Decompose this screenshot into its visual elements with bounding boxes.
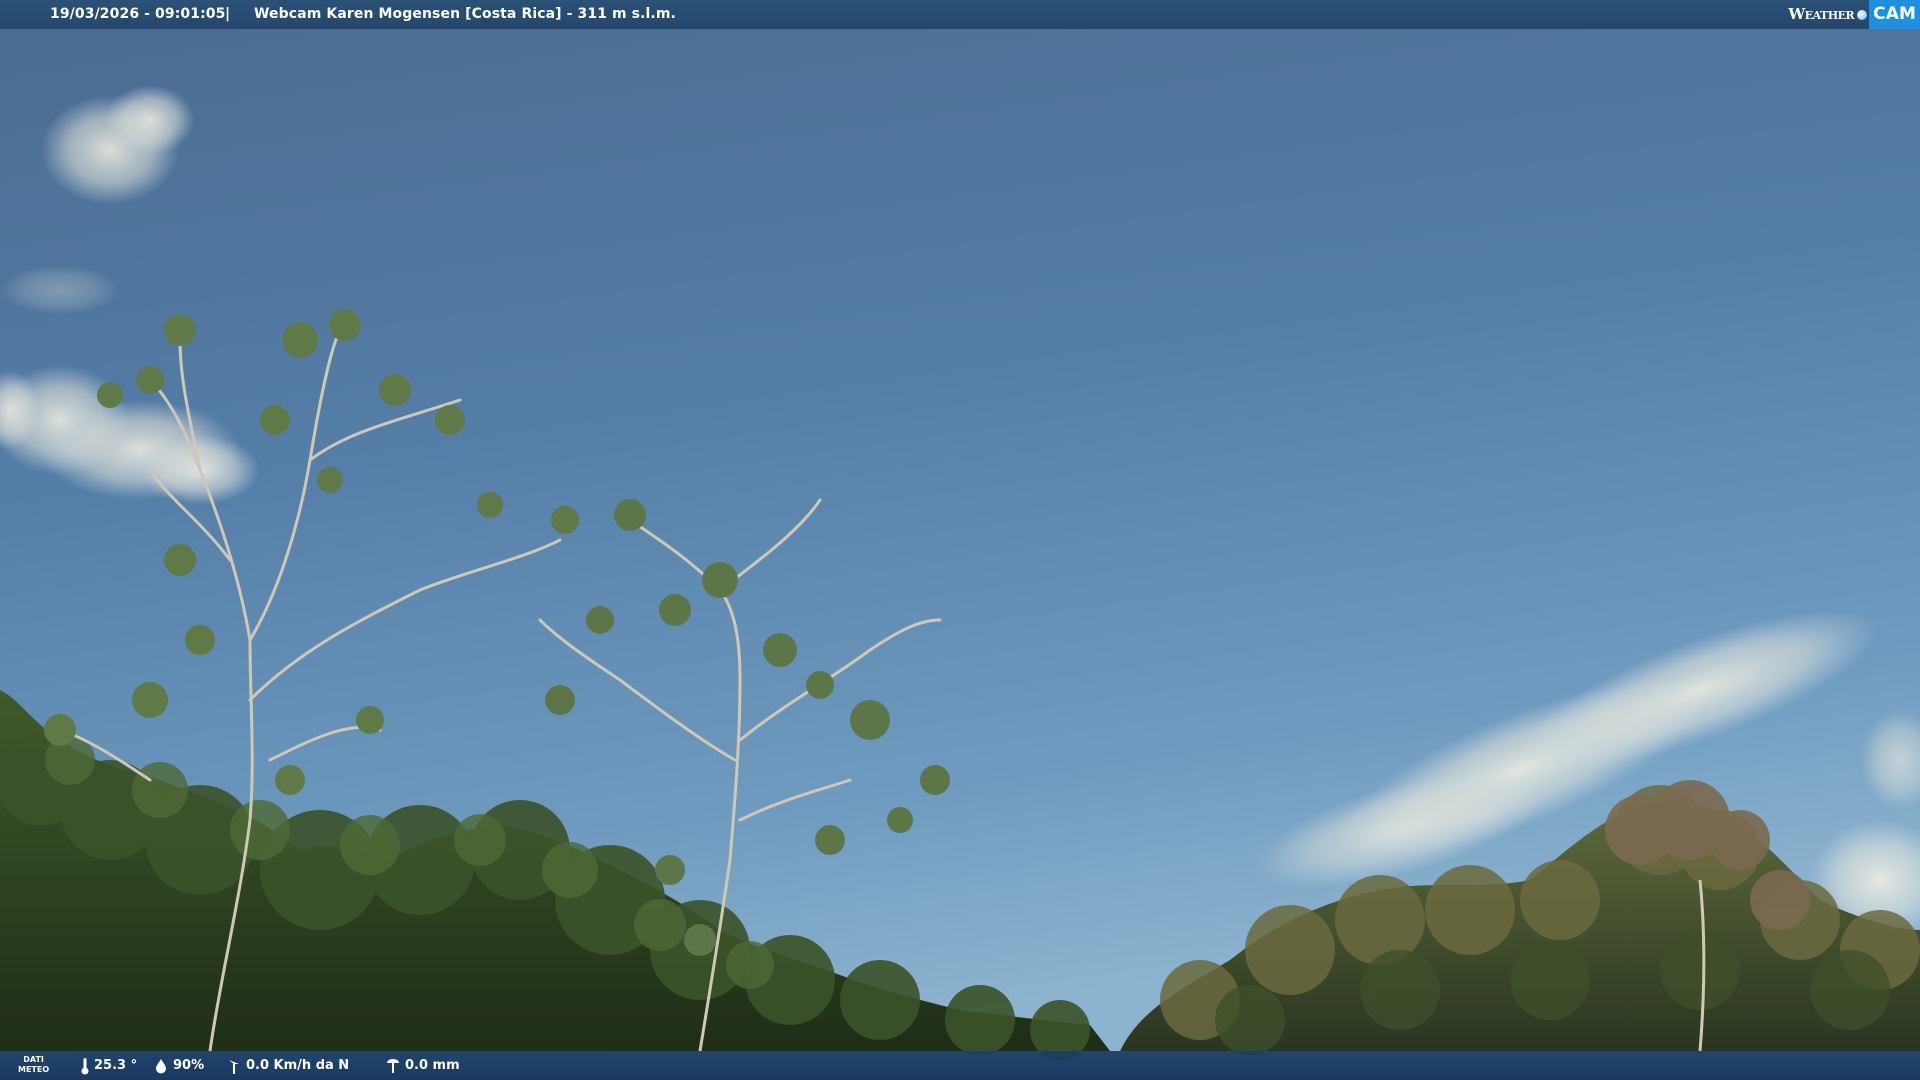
webcam-view: 19/03/2026 - 09:01:05 | Webcam Karen Mog… bbox=[0, 0, 1920, 1080]
weather-data-label: DATI METEO bbox=[18, 1055, 49, 1075]
rain-reading: 0.0 mm bbox=[385, 1051, 460, 1080]
thermometer-icon bbox=[81, 1057, 89, 1074]
temperature-value: 25.3 ° bbox=[94, 1058, 138, 1073]
humidity-reading: 90% bbox=[153, 1051, 204, 1080]
logo-weather-text: Weather bbox=[1788, 5, 1855, 23]
wind-vane-icon bbox=[229, 1059, 239, 1074]
info-header: 19/03/2026 - 09:01:05 | Webcam Karen Mog… bbox=[0, 0, 1920, 29]
humidity-drop-icon bbox=[156, 1058, 166, 1073]
logo-cam-text: CAM bbox=[1869, 0, 1920, 29]
weather-label-line1: DATI bbox=[23, 1055, 44, 1064]
webcam-title: Webcam Karen Mogensen [Costa Rica] - 311… bbox=[254, 6, 676, 22]
rain-value: 0.0 mm bbox=[405, 1058, 460, 1073]
timestamp: 19/03/2026 - 09:01:05 bbox=[50, 6, 226, 22]
header-separator: | bbox=[225, 6, 231, 22]
wind-reading: 0.0 Km/h da N bbox=[226, 1051, 349, 1080]
globe-icon bbox=[1857, 9, 1868, 20]
temperature-reading: 25.3 ° bbox=[80, 1051, 137, 1080]
humidity-value: 90% bbox=[173, 1058, 205, 1073]
wind-value: 0.0 Km/h da N bbox=[246, 1058, 350, 1073]
weather-data-bar: DATI METEO 25.3 ° 90% 0.0 Km/h da N 0.0 … bbox=[0, 1051, 1920, 1080]
weathercam-logo: Weather CAM bbox=[1788, 0, 1920, 29]
rain-gauge-icon bbox=[387, 1058, 399, 1073]
webcam-image bbox=[0, 0, 1920, 1080]
weather-label-line2: METEO bbox=[18, 1065, 50, 1074]
